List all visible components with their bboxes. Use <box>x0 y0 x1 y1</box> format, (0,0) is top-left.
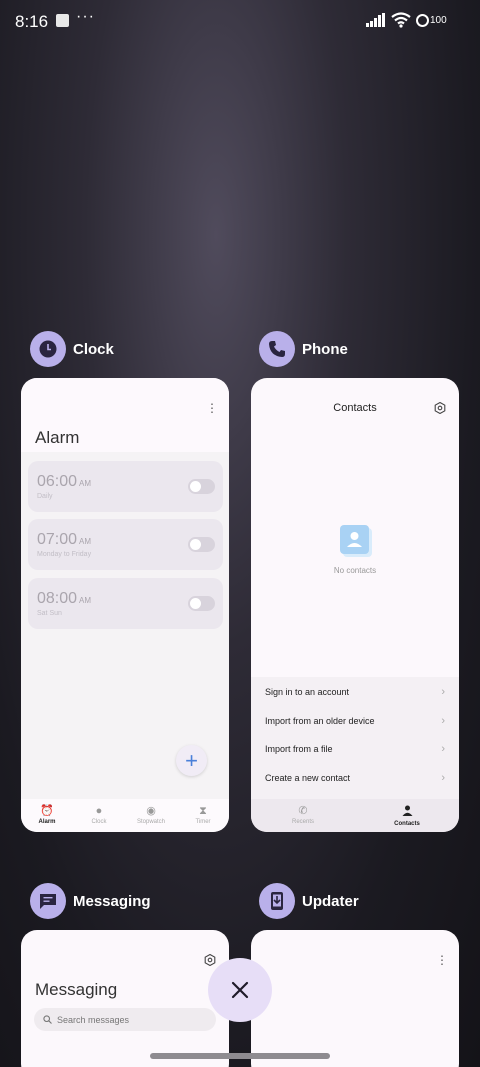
alarm-toggle[interactable] <box>188 479 215 494</box>
battery-level: 100 <box>430 15 447 26</box>
app-name-updater: Updater <box>302 892 359 910</box>
clock-icon: ● <box>95 805 103 817</box>
alarm-icon: ⏰ <box>40 805 54 817</box>
nav-label: Contacts <box>394 820 420 827</box>
alarm-title: Alarm <box>35 428 80 447</box>
alarm-ampm: AM <box>79 479 92 488</box>
nav-item-stopwatch[interactable]: ◉ Stopwatch <box>125 799 177 832</box>
alarm-repeat: Daily <box>37 493 53 500</box>
search-messages-input[interactable]: Search messages <box>34 1008 216 1031</box>
alarm-time-value: 06:00 <box>37 473 78 490</box>
alarm-toggle[interactable] <box>188 537 215 552</box>
nav-label: Clock <box>91 819 107 825</box>
battery-indicator: 100 <box>416 14 447 27</box>
alarm-ampm: AM <box>79 537 92 546</box>
phone-icon: ✆ <box>298 805 308 817</box>
option-label: Import from a file <box>265 744 333 754</box>
search-icon <box>43 1015 52 1024</box>
clear-all-button[interactable] <box>208 958 272 1022</box>
option-label: Sign in to an account <box>265 687 350 697</box>
phone-app-card[interactable]: Contacts No contacts Sign in to an accou… <box>251 378 459 832</box>
alarm-time-value: 07:00 <box>37 531 78 548</box>
nav-item-contacts[interactable]: Contacts <box>355 799 459 832</box>
alarm-row[interactable]: 06:00 AM Daily <box>28 461 223 512</box>
clock-bottom-nav: ⏰ Alarm ● Clock ◉ Stopwatch ⧗ Timer <box>21 799 229 832</box>
hourglass-icon: ⧗ <box>199 805 207 817</box>
messaging-title: Messaging <box>35 980 118 999</box>
updater-app-card[interactable]: ⋮ <box>251 930 459 1067</box>
option-sign-in[interactable]: Sign in to an account › <box>265 686 445 698</box>
option-create-contact[interactable]: Create a new contact › <box>265 772 445 784</box>
more-options-icon[interactable]: ⋮ <box>206 402 218 414</box>
alarm-repeat: Sat Sun <box>37 610 62 617</box>
alarm-toggle[interactable] <box>188 596 215 611</box>
stopwatch-icon: ◉ <box>146 805 156 817</box>
add-alarm-button[interactable]: + <box>176 745 207 776</box>
wifi-icon <box>391 12 411 28</box>
option-import-file[interactable]: Import from a file › <box>265 743 445 755</box>
alarm-row[interactable]: 08:00 AM Sat Sun <box>28 578 223 629</box>
app-label-clock[interactable]: Clock <box>30 331 114 367</box>
nav-item-timer[interactable]: ⧗ Timer <box>177 799 229 832</box>
nav-label: Recents <box>291 819 314 825</box>
option-label: Create a new contact <box>265 773 351 783</box>
settings-gear-icon[interactable] <box>434 402 446 414</box>
app-label-messaging[interactable]: Messaging <box>30 883 151 919</box>
messaging-app-card[interactable]: Messaging Search messages <box>21 930 229 1067</box>
chevron-right-icon: › <box>441 715 445 727</box>
chevron-right-icon: › <box>441 743 445 755</box>
alarm-ampm: AM <box>79 596 92 605</box>
no-contacts-text: No contacts <box>333 566 377 575</box>
empty-contacts-icon <box>340 525 369 554</box>
nav-item-alarm[interactable]: ⏰ Alarm <box>21 799 73 832</box>
phone-app-icon[interactable] <box>259 331 295 367</box>
app-label-updater[interactable]: Updater <box>259 883 359 919</box>
app-name-phone: Phone <box>302 340 348 358</box>
status-bar: 8:16 ··· 100 <box>0 0 480 44</box>
app-name-messaging: Messaging <box>73 892 151 910</box>
alarm-time: 07:00 AM <box>37 531 91 549</box>
app-label-phone[interactable]: Phone <box>259 331 348 367</box>
person-icon <box>402 805 413 819</box>
app-name-clock: Clock <box>73 340 114 358</box>
search-placeholder: Search messages <box>57 1014 130 1025</box>
contacts-title: Contacts <box>333 402 377 414</box>
more-options-icon[interactable]: ⋮ <box>436 954 448 966</box>
settings-gear-icon[interactable] <box>204 954 216 966</box>
notification-square-icon <box>56 14 69 27</box>
chevron-right-icon: › <box>441 772 445 784</box>
close-icon <box>231 981 249 999</box>
status-time: 8:16 <box>15 12 49 31</box>
clock-app-card[interactable]: ⋮ Alarm 06:00 AM Daily 07:00 AM Monday to … <box>21 378 229 832</box>
option-label: Import from an older device <box>265 716 375 726</box>
contact-options: Sign in to an account › Import from an o… <box>251 677 459 799</box>
nav-label: Stopwatch <box>136 819 166 825</box>
nav-label: Alarm <box>38 819 56 825</box>
more-notifications-icon: ··· <box>76 8 95 25</box>
updater-app-icon[interactable] <box>259 883 295 919</box>
option-import-device[interactable]: Import from an older device › <box>265 715 445 727</box>
signal-icon <box>366 13 385 27</box>
nav-item-clock[interactable]: ● Clock <box>73 799 125 832</box>
alarm-row[interactable]: 07:00 AM Monday to Friday <box>28 519 223 570</box>
home-indicator[interactable] <box>150 1053 330 1059</box>
alarm-repeat: Monday to Friday <box>37 551 92 558</box>
alarm-time: 06:00 AM <box>37 473 91 491</box>
alarm-time-value: 08:00 <box>37 590 78 607</box>
nav-label: Timer <box>195 819 211 825</box>
chevron-right-icon: › <box>441 686 445 698</box>
alarm-time: 08:00 AM <box>37 590 91 608</box>
clock-app-icon[interactable] <box>30 331 66 367</box>
messaging-app-icon[interactable] <box>30 883 66 919</box>
phone-bottom-nav: ✆ Recents Contacts <box>251 799 459 832</box>
nav-item-recents[interactable]: ✆ Recents <box>251 799 355 832</box>
battery-icon <box>416 14 429 27</box>
